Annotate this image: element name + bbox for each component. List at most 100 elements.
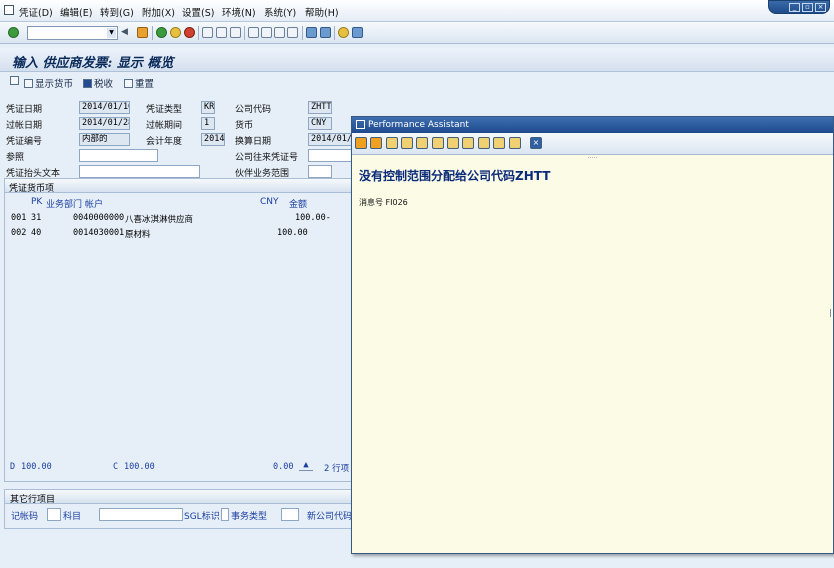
posting-date-field[interactable]: 2014/01/28 (79, 117, 130, 130)
period-field[interactable]: 1 (201, 117, 215, 130)
menu-edit[interactable]: 编辑(E) (60, 5, 92, 19)
col-account[interactable]: 帐户 (85, 197, 103, 210)
menu-settings[interactable]: 设置(S) (182, 5, 214, 19)
next-page-icon[interactable] (274, 27, 285, 38)
display-currency-button[interactable]: 显示货币 (24, 76, 73, 90)
menu-help[interactable]: 帮助(H) (305, 5, 339, 19)
company-code-field[interactable]: ZHTT (308, 101, 332, 114)
last-page-icon[interactable] (287, 27, 298, 38)
other-line-items: 其它行项目 记帐码 科目 SGL标识 事务类型 新公司代码 (4, 489, 352, 529)
debit-label: D (10, 462, 16, 472)
magnifier-icon (10, 76, 19, 85)
transaction-type-field[interactable] (281, 508, 299, 521)
separator (152, 26, 153, 40)
doc-number-field[interactable]: 内部的 (79, 133, 130, 146)
posting-key-field[interactable] (47, 508, 61, 521)
intercompany-field[interactable] (308, 149, 352, 162)
note-icon[interactable] (478, 137, 490, 149)
back-arrow-icon[interactable] (355, 137, 367, 149)
help-icon[interactable] (338, 27, 349, 38)
command-field[interactable]: ▼ (27, 26, 118, 40)
info-icon (83, 79, 92, 88)
first-page-icon[interactable] (248, 27, 259, 38)
glossary-icon[interactable] (432, 137, 444, 149)
edit-icon[interactable] (416, 137, 428, 149)
forward-arrow-icon[interactable] (370, 137, 382, 149)
standard-toolbar: ▼ ◀ (0, 22, 834, 44)
exit-icon[interactable] (170, 27, 181, 38)
posting-key: 40 (31, 228, 42, 238)
item-number: 002 (11, 228, 27, 238)
hierarchy-icon[interactable] (401, 137, 413, 149)
previous-page-icon[interactable] (261, 27, 272, 38)
new-session-icon[interactable] (306, 27, 317, 38)
sap-window-icon[interactable] (4, 5, 14, 15)
info-icon[interactable] (447, 137, 459, 149)
company-code-label: 公司代码 (235, 105, 272, 115)
application-toolbar: 显示货币 税收 重置 (0, 72, 834, 94)
window-icon (356, 120, 365, 129)
cancel-icon[interactable] (184, 27, 195, 38)
tax-button[interactable]: 税收 (83, 76, 113, 90)
menu-goto[interactable]: 转到(G) (100, 5, 134, 19)
restore-icon[interactable]: ▫ (802, 3, 813, 12)
close-icon[interactable]: × (815, 3, 826, 12)
layout-menu-icon[interactable] (352, 27, 363, 38)
sgl-field[interactable] (221, 508, 229, 521)
transaction-type-label: 事务类型 (231, 512, 268, 522)
reference-field[interactable] (79, 149, 158, 162)
save-icon[interactable] (137, 27, 148, 38)
scroll-marker (830, 309, 833, 317)
close-icon[interactable]: × (530, 137, 542, 149)
fiscal-year-field[interactable]: 2014 (201, 133, 225, 146)
performance-assistant-toolbar: × (352, 133, 833, 155)
menu-extras[interactable]: 附加(X) (142, 5, 175, 19)
document-icon[interactable] (462, 137, 474, 149)
collapse-icon[interactable]: ◀ (121, 27, 132, 38)
display-icon[interactable] (10, 76, 21, 87)
header-text-field[interactable] (79, 165, 200, 178)
chevron-down-icon[interactable]: ▼ (107, 28, 116, 38)
settings-icon[interactable] (493, 137, 505, 149)
print-icon[interactable] (202, 27, 213, 38)
shortcut-icon[interactable] (320, 27, 331, 38)
col-amount[interactable]: 金额 (289, 197, 307, 210)
reference-label: 参照 (6, 153, 25, 163)
doc-date-label: 凭证日期 (6, 105, 43, 115)
doc-date-field[interactable]: 2014/01/10 (79, 101, 130, 114)
technical-info-icon[interactable] (386, 137, 398, 149)
back-icon[interactable] (156, 27, 167, 38)
trading-partner-field[interactable] (308, 165, 332, 178)
enter-icon[interactable] (8, 27, 19, 38)
find-icon[interactable] (216, 27, 227, 38)
account-field[interactable] (99, 508, 183, 521)
resize-grip[interactable]: ..... (352, 154, 833, 160)
screen-title-bar: 输入 供应商发票: 显示 概览 (0, 48, 834, 72)
minimize-icon[interactable]: _ (789, 3, 800, 12)
sgl-label: SGL标识 (184, 512, 220, 522)
debit-total: 100.00 (21, 462, 52, 472)
line-items-title: 凭证货币项 (9, 184, 55, 194)
print-icon[interactable] (509, 137, 521, 149)
col-pk[interactable]: PK (31, 197, 42, 207)
currency-label: 货币 (235, 121, 254, 131)
find-next-icon[interactable] (230, 27, 241, 38)
reset-button[interactable]: 重置 (124, 76, 154, 90)
menu-system[interactable]: 系统(Y) (264, 5, 296, 19)
translation-date-field[interactable]: 2014/01/2 (308, 133, 352, 146)
line-items-header: 凭证货币项 (5, 179, 351, 194)
currency-field[interactable]: CNY (308, 117, 332, 130)
separator (244, 26, 245, 40)
performance-assistant-titlebar[interactable]: Performance Assistant (352, 117, 833, 133)
doc-type-field[interactable]: KR (201, 101, 215, 114)
new-company-code-label: 新公司代码 (307, 512, 353, 522)
col-currency[interactable]: CNY (260, 197, 279, 207)
intercompany-label: 公司往来凭证号 (235, 153, 299, 163)
performance-assistant-window: Performance Assistant × ..... 没有控制范围分配给公… (351, 116, 834, 554)
reset-icon (124, 79, 133, 88)
message-number: 消息号 FI026 (359, 198, 408, 207)
menu-environment[interactable]: 环境(N) (222, 5, 256, 19)
menu-document[interactable]: 凭证(D) (19, 5, 53, 19)
col-business-area[interactable]: 业务部门 (46, 197, 82, 210)
separator (198, 26, 199, 40)
